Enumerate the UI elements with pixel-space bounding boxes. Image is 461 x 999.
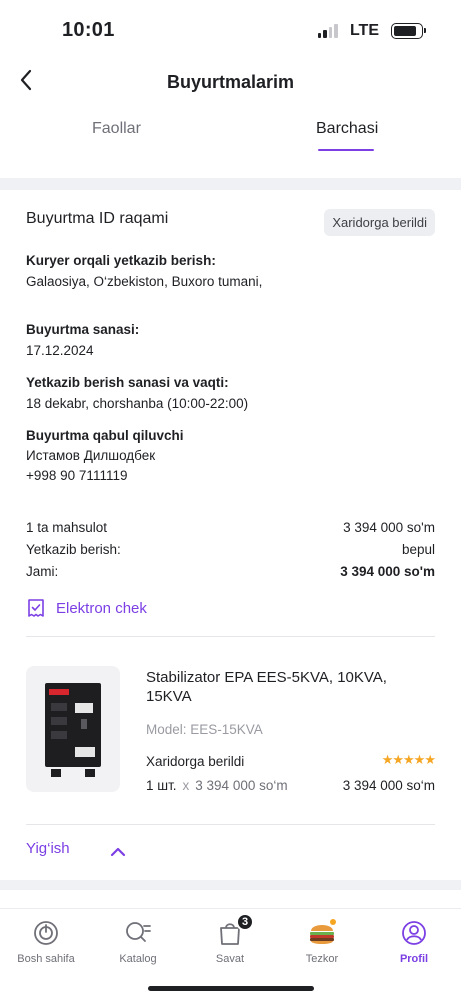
summary-items-value: 3 394 000 so'm — [343, 520, 435, 535]
status-indicators: LTE — [317, 22, 426, 40]
product-unit-price: 3 394 000 so‘m — [195, 778, 288, 793]
order-date-label: Buyurtma sanasi: — [26, 322, 140, 337]
summary-delivery-value: bepul — [401, 542, 435, 557]
home-indicator — [148, 986, 314, 991]
collapse-button[interactable]: Yig‘ish — [26, 840, 70, 857]
electronic-receipt-link[interactable]: Elektron chek — [26, 598, 147, 618]
product-quantity: 1 шт. — [146, 778, 177, 793]
nav-item-home[interactable]: Bosh sahifa — [6, 917, 86, 965]
divider — [26, 824, 435, 825]
recipient-label: Buyurtma qabul qiluvchi — [26, 428, 184, 443]
delivery-date-label: Yetkazib berish sanasi va vaqti: — [26, 375, 229, 390]
section-separator — [0, 880, 461, 890]
product-total: 3 394 000 so‘m — [342, 778, 435, 793]
recipient-phone: +998 90 7111119 — [26, 468, 128, 483]
recipient-name: Истамов Дилшодбек — [26, 448, 156, 463]
nav-item-catalog[interactable]: Katalog — [98, 917, 178, 965]
nav-label-catalog: Katalog — [119, 953, 157, 965]
summary-total-label: Jami: — [26, 564, 59, 579]
status-badge: Xaridorga berildi — [324, 209, 435, 236]
active-tab-indicator — [318, 149, 374, 151]
page-title: Buyurtmalarim — [166, 72, 295, 92]
product-status: Xaridorga berildi — [146, 754, 245, 769]
nav-label-home: Bosh sahifa — [17, 953, 75, 965]
cart-count-badge: 3 — [236, 913, 254, 931]
tab-faollar[interactable]: Faollar — [92, 120, 141, 138]
product-name[interactable]: Stabilizator EPA EES-5KVA, 10KVA, 15KVA — [146, 668, 395, 706]
status-time: 10:01 — [62, 19, 115, 41]
product-image[interactable] — [26, 666, 120, 792]
receipt-check-icon — [28, 599, 44, 617]
summary-total-value: 3 394 000 so'm — [340, 564, 435, 579]
catalog-search-icon — [98, 917, 178, 949]
product-quantity-line: 1 шт. x 3 394 000 so‘m — [146, 778, 288, 793]
electronic-receipt-label: Elektron chek — [56, 599, 147, 617]
network-label: LTE — [349, 22, 379, 39]
profile-icon — [374, 917, 454, 949]
home-power-icon — [6, 917, 86, 949]
cart-bag-icon: 3 — [190, 913, 270, 949]
rating-stars: ★★★★★ — [381, 752, 436, 767]
section-separator — [0, 178, 461, 190]
delivery-address: Galaosiya, O‘zbekiston, Buxoro tumani, — [26, 274, 263, 289]
order-date: 17.12.2024 — [26, 343, 94, 358]
status-bar: 10:01 LTE — [0, 0, 461, 60]
nav-label-tezkor: Tezkor — [305, 953, 339, 965]
delivery-date: 18 dekabr, chorshanba (10:00-22:00) — [26, 396, 249, 411]
order-header: Buyurtma ID raqami Xaridorga berildi — [26, 190, 435, 240]
order-id-label: Buyurtma ID raqami — [26, 210, 169, 227]
nav-item-profile[interactable]: Profil — [374, 917, 454, 965]
nav-item-tezkor[interactable]: Tezkor — [282, 917, 362, 965]
battery-icon — [391, 23, 426, 39]
delivery-method-label: Kuryer orqali yetkazib berish: — [26, 253, 216, 268]
summary-items-label: 1 ta mahsulot — [26, 520, 108, 535]
multiply-sign: x — [182, 778, 190, 793]
tab-barchasi[interactable]: Barchasi — [316, 120, 378, 138]
divider — [26, 636, 435, 637]
tabs: Faollar Barchasi — [0, 112, 461, 152]
chevron-up-icon[interactable] — [110, 844, 126, 862]
collapse-label: Yig‘ish — [26, 840, 70, 857]
product-model: Model: EES-15KVA — [146, 722, 263, 737]
nav-label-cart: Savat — [215, 953, 245, 965]
product-card[interactable]: Stabilizator EPA EES-5KVA, 10KVA, 15KVA … — [26, 666, 436, 796]
header: Buyurtmalarim — [0, 60, 461, 102]
summary-delivery-label: Yetkazib berish: — [26, 542, 121, 557]
signal-icon — [317, 24, 338, 38]
nav-item-cart[interactable]: 3 Savat — [190, 913, 270, 965]
stabilizer-device-icon — [45, 683, 101, 777]
burger-icon — [282, 917, 362, 949]
nav-label-profile: Profil — [399, 953, 429, 965]
